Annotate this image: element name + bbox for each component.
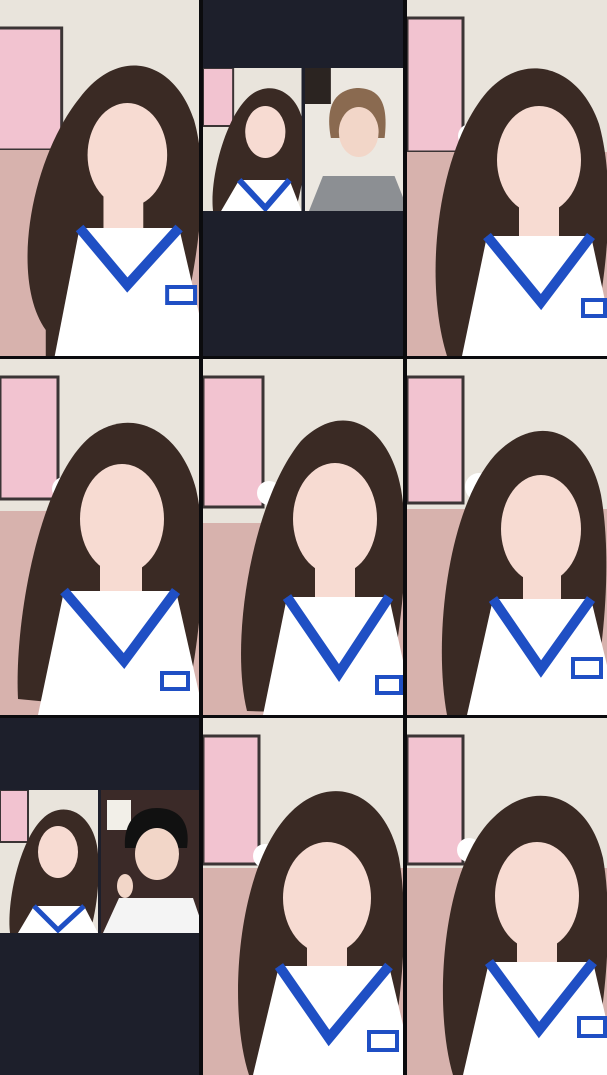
video-tile-r1c3[interactable] [407, 0, 607, 356]
poster-image [407, 734, 465, 866]
co-stream-left [0, 790, 98, 933]
video-tile-r2c3[interactable] [407, 359, 607, 715]
co-stream-pair [0, 790, 199, 933]
poster-image [203, 734, 261, 866]
video-tile-r3c2[interactable] [203, 718, 403, 1075]
co-stream-right [101, 790, 199, 933]
video-tile-r3c3[interactable] [407, 718, 607, 1075]
video-tile-r2c2[interactable] [203, 359, 403, 715]
co-stream-right [304, 68, 403, 211]
poster-image [0, 26, 64, 152]
co-stream-tile-r1c2[interactable] [203, 0, 403, 356]
streamer-scene [203, 359, 403, 715]
poster-image [0, 375, 60, 501]
streamer-scene [407, 359, 607, 715]
co-stream-left [203, 68, 302, 211]
streamer-scene [203, 718, 403, 1075]
streamer-scene [0, 0, 199, 356]
video-tile-r2c1[interactable] [0, 359, 199, 715]
streamer-scene [407, 718, 607, 1075]
video-tile-r1c1[interactable] [0, 0, 199, 356]
poster-image [407, 375, 465, 505]
poster-image [407, 16, 465, 154]
co-stream-pair [203, 68, 403, 211]
poster-image [203, 68, 235, 127]
poster-image [0, 790, 29, 843]
poster-image [203, 375, 265, 509]
stream-grid [0, 0, 607, 1075]
streamer-scene [407, 0, 607, 356]
co-stream-tile-r3c1[interactable] [0, 718, 199, 1075]
streamer-scene [0, 359, 199, 715]
